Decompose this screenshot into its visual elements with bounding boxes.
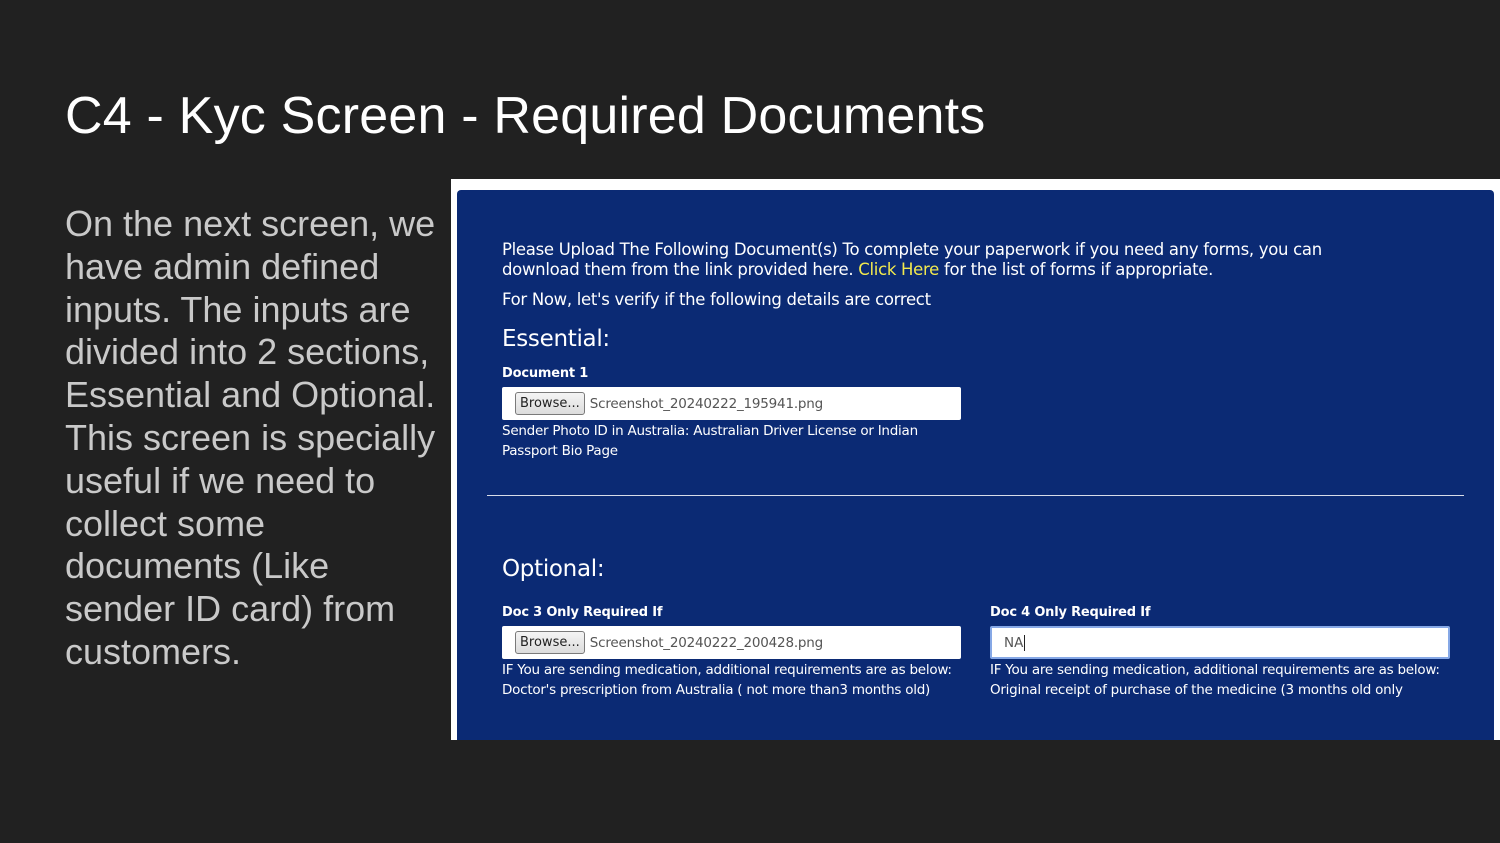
doc4-help-text: IF You are sending medication, additiona… (990, 660, 1440, 700)
doc4-label: Doc 4 Only Required If (990, 605, 1151, 620)
doc4-text-input[interactable]: NA (990, 626, 1450, 659)
text-caret (1024, 634, 1026, 651)
verify-text: For Now, let's verify if the following d… (502, 290, 931, 309)
doc4-help-line: Original receipt of purchase of the medi… (990, 682, 1403, 698)
doc3-help-line: Doctor's prescription from Australia ( n… (502, 682, 931, 698)
section-divider (487, 495, 1464, 496)
doc3-file-name: Screenshot_20240222_200428.png (589, 634, 824, 651)
slide-title: C4 - Kyc Screen - Required Documents (65, 87, 986, 145)
document1-help-text: Sender Photo ID in Australia: Australian… (502, 421, 918, 461)
upload-instructions: Please Upload The Following Document(s) … (502, 240, 1402, 280)
document1-file-name: Screenshot_20240222_195941.png (589, 395, 824, 412)
slide-description: On the next screen, we have admin define… (65, 203, 436, 672)
optional-section-title: Optional: (502, 556, 605, 582)
document1-help-line: Passport Bio Page (502, 443, 618, 459)
document1-file-input[interactable]: Browse... Screenshot_20240222_195941.png (502, 387, 961, 420)
essential-section-title: Essential: (502, 326, 610, 352)
doc3-help-text: IF You are sending medication, additiona… (502, 660, 952, 700)
document1-help-line: Sender Photo ID in Australia: Australian… (502, 423, 918, 439)
doc3-browse-button[interactable]: Browse... (515, 631, 585, 654)
doc3-label: Doc 3 Only Required If (502, 605, 663, 620)
intro-suffix: for the list of forms if appropriate. (943, 260, 1214, 279)
doc3-file-input[interactable]: Browse... Screenshot_20240222_200428.png (502, 626, 961, 659)
doc4-help-line: IF You are sending medication, additiona… (990, 662, 1440, 678)
kyc-form-panel: Please Upload The Following Document(s) … (457, 190, 1494, 740)
doc4-input-value: NA (1004, 634, 1024, 651)
screenshot-frame: Please Upload The Following Document(s) … (451, 179, 1500, 740)
doc3-help-line: IF You are sending medication, additiona… (502, 662, 952, 678)
forms-link[interactable]: Click Here (858, 260, 939, 279)
document1-label: Document 1 (502, 366, 589, 381)
document1-browse-button[interactable]: Browse... (515, 392, 585, 415)
